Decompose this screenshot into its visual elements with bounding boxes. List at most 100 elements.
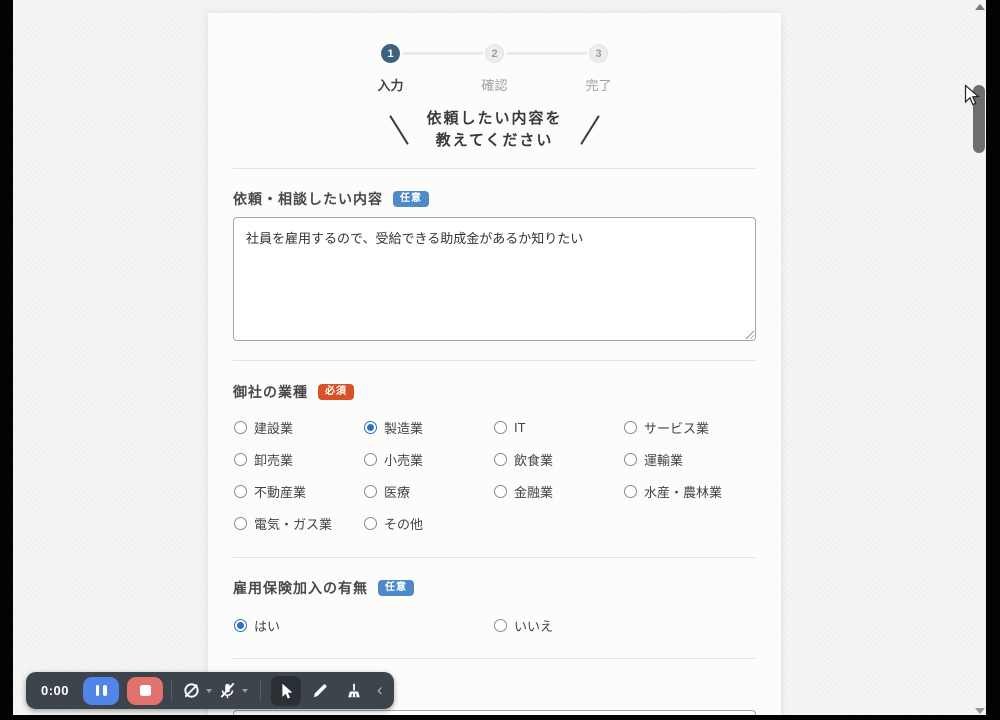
insurance-section-label: 雇用保険加入の有無 [233, 578, 368, 598]
request-section-label: 依頼・相談したい内容 [233, 189, 383, 209]
step-label: 確認 [443, 75, 547, 94]
industry-option-kinyu[interactable]: 金融業 [494, 482, 624, 501]
radio-label: 水産・農林業 [644, 482, 722, 501]
mouse-cursor-icon [964, 84, 981, 107]
section-divider [233, 557, 756, 558]
cursor-tool-button[interactable] [271, 676, 301, 706]
mic-off-icon [218, 681, 237, 700]
radio-label: サービス業 [644, 418, 709, 437]
pen-tool-button[interactable] [305, 676, 335, 706]
recorder-toolbar: 0:00 [26, 672, 394, 709]
industry-section-header: 御社の業種 必須 [233, 383, 354, 401]
radio-input[interactable] [364, 453, 377, 466]
radio-label: いいえ [514, 616, 553, 635]
radio-label: はい [254, 616, 280, 635]
window-edge-left [0, 0, 13, 720]
radio-input[interactable] [364, 517, 377, 530]
industry-option-it[interactable]: IT [494, 418, 624, 437]
decorative-slash-left [390, 115, 410, 145]
pause-icon [96, 685, 100, 696]
industry-option-fudosan[interactable]: 不動産業 [234, 482, 364, 501]
pen-icon [311, 682, 329, 700]
request-textarea[interactable]: 社員を雇用するので、受給できる助成金があるか知りたい [233, 217, 756, 341]
industry-option-sonota[interactable]: その他 [364, 514, 494, 533]
window-edge-bottom [0, 715, 1000, 720]
step-number: 1 [381, 44, 400, 63]
industry-option-unyu[interactable]: 運輸業 [624, 450, 757, 469]
radio-input[interactable] [494, 421, 507, 434]
radio-input[interactable] [234, 453, 247, 466]
radio-input[interactable] [624, 421, 637, 434]
eraser-tool-button[interactable] [339, 676, 369, 706]
camera-off-button[interactable] [182, 681, 201, 700]
insurance-section-header: 雇用保険加入の有無 任意 [233, 579, 414, 597]
page-title: 依頼したい内容を 教えてください [208, 108, 781, 152]
stepper: 1 入力 2 確認 3 完了 [339, 44, 651, 106]
required-badge: 必須 [318, 384, 354, 400]
industry-option-kensetsu[interactable]: 建設業 [234, 418, 364, 437]
mic-menu-caret-icon[interactable] [242, 689, 248, 693]
industry-option-inshoku[interactable]: 飲食業 [494, 450, 624, 469]
collapse-toolbar-button[interactable]: ‹ [377, 681, 383, 698]
industry-option-service[interactable]: サービス業 [624, 418, 757, 437]
pause-button[interactable] [83, 677, 119, 705]
insurance-option-no[interactable]: いいえ [494, 616, 757, 635]
industry-option-oroshiuri[interactable]: 卸売業 [234, 450, 364, 469]
step-label: 入力 [339, 75, 443, 94]
recording-timer: 0:00 [41, 683, 69, 698]
camera-off-icon [182, 681, 201, 700]
insurance-radio-group: はい いいえ [234, 616, 757, 635]
camera-menu-caret-icon[interactable] [206, 689, 212, 693]
optional-badge: 任意 [378, 580, 414, 596]
radio-label: 卸売業 [254, 450, 293, 469]
stop-icon [140, 685, 151, 696]
radio-label: 建設業 [254, 418, 293, 437]
radio-input[interactable] [624, 453, 637, 466]
radio-input[interactable] [234, 485, 247, 498]
industry-option-suisan[interactable]: 水産・農林業 [624, 482, 757, 501]
industry-option-kouri[interactable]: 小売業 [364, 450, 494, 469]
radio-input[interactable] [234, 619, 247, 632]
mic-off-button[interactable] [218, 681, 237, 700]
radio-label: IT [514, 420, 526, 435]
broom-icon [345, 682, 363, 700]
step-confirm: 2 確認 [443, 44, 547, 94]
request-section-header: 依頼・相談したい内容 任意 [233, 190, 429, 208]
radio-input[interactable] [364, 485, 377, 498]
optional-badge: 任意 [393, 191, 429, 207]
industry-option-iryo[interactable]: 医療 [364, 482, 494, 501]
industry-option-seizo[interactable]: 製造業 [364, 418, 494, 437]
radio-input[interactable] [234, 517, 247, 530]
industry-section-label: 御社の業種 [233, 382, 308, 402]
radio-input[interactable] [494, 619, 507, 632]
radio-input[interactable] [624, 485, 637, 498]
scroll-up-arrow-icon[interactable] [975, 4, 985, 10]
radio-label: 電気・ガス業 [254, 514, 332, 533]
page-title-line2: 教えてください [426, 130, 562, 152]
stop-button[interactable] [127, 677, 163, 705]
radio-input[interactable] [234, 421, 247, 434]
step-done: 3 完了 [547, 44, 651, 94]
radio-label: 不動産業 [254, 482, 306, 501]
radio-label: 医療 [384, 482, 410, 501]
scroll-down-arrow-icon[interactable] [975, 708, 985, 714]
radio-label: 運輸業 [644, 450, 683, 469]
industry-option-denki-gas[interactable]: 電気・ガス業 [234, 514, 364, 533]
form-card: 1 入力 2 確認 3 完了 依頼したい内容を 教えてください 依頼・相談したい… [208, 13, 781, 720]
step-input: 1 入力 [339, 44, 443, 94]
section-divider [233, 658, 756, 659]
section-divider [233, 360, 756, 361]
radio-label: その他 [384, 514, 423, 533]
step-number: 2 [485, 44, 504, 63]
decorative-slash-right [580, 115, 600, 145]
insurance-option-yes[interactable]: はい [234, 616, 494, 635]
radio-input[interactable] [364, 421, 377, 434]
radio-label: 金融業 [514, 482, 553, 501]
radio-label: 小売業 [384, 450, 423, 469]
section-divider [233, 168, 756, 169]
radio-input[interactable] [494, 453, 507, 466]
radio-label: 製造業 [384, 418, 423, 437]
radio-input[interactable] [494, 485, 507, 498]
industry-radio-group: 建設業 製造業 IT サービス業 卸売業 小売業 飲食業 運輸業 不動産業 医療… [234, 418, 757, 533]
step-number: 3 [589, 44, 608, 63]
